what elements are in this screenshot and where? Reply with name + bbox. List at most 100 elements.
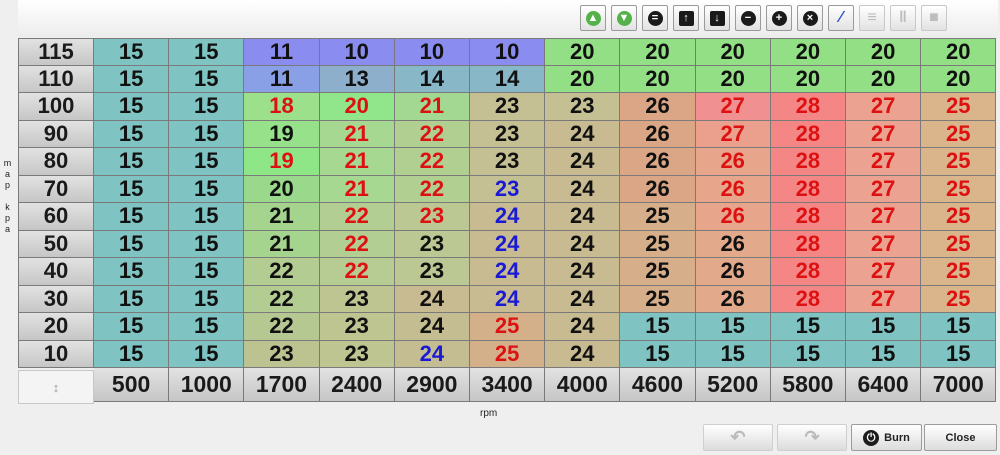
col-header-5200[interactable]: 5200	[695, 368, 771, 402]
table-cell[interactable]: 23	[394, 230, 470, 258]
table-cell[interactable]: 28	[770, 148, 846, 176]
table-cell[interactable]: 26	[695, 285, 771, 313]
table-cell[interactable]: 25	[470, 340, 546, 368]
table-cell[interactable]: 21	[319, 120, 395, 148]
smooth-rows-button[interactable]: ≡	[859, 5, 885, 31]
decrease-button[interactable]: ↓	[704, 5, 730, 31]
table-cell[interactable]: 21	[319, 148, 395, 176]
row-header-90[interactable]: 90	[18, 120, 94, 148]
burn-button[interactable]: ⏻ Burn	[851, 424, 922, 451]
col-header-7000[interactable]: 7000	[921, 368, 997, 402]
table-cell[interactable]: 23	[394, 258, 470, 286]
table-cell[interactable]: 23	[470, 175, 546, 203]
table-cell[interactable]: 26	[620, 120, 696, 148]
table-cell[interactable]: 22	[394, 148, 470, 176]
smooth-columns-button[interactable]: ‖	[890, 5, 916, 31]
table-cell[interactable]: 20	[695, 38, 771, 66]
table-cell[interactable]: 26	[695, 258, 771, 286]
table-cell[interactable]: 15	[169, 93, 245, 121]
table-cell[interactable]: 20	[921, 65, 997, 93]
table-cell[interactable]: 20	[846, 65, 922, 93]
table-cell[interactable]: 24	[545, 203, 621, 231]
table-cell[interactable]: 10	[319, 38, 395, 66]
row-header-110[interactable]: 110	[18, 65, 94, 93]
table-cell[interactable]: 22	[394, 175, 470, 203]
table-cell[interactable]: 15	[94, 93, 170, 121]
table-cell[interactable]: 15	[846, 313, 922, 341]
table-cell[interactable]: 20	[620, 38, 696, 66]
table-cell[interactable]: 24	[545, 120, 621, 148]
add-button[interactable]: +	[766, 5, 792, 31]
increase-fine-button[interactable]: ▲	[580, 5, 606, 31]
table-cell[interactable]: 15	[94, 148, 170, 176]
col-header-3400[interactable]: 3400	[470, 368, 546, 402]
table-cell[interactable]: 15	[846, 340, 922, 368]
table-cell[interactable]: 27	[846, 175, 922, 203]
table-cell[interactable]: 20	[695, 65, 771, 93]
table-cell[interactable]: 20	[319, 93, 395, 121]
table-cell[interactable]: 22	[319, 258, 395, 286]
table-cell[interactable]: 15	[695, 313, 771, 341]
table-cell[interactable]: 23	[244, 340, 320, 368]
row-header-40[interactable]: 40	[18, 258, 94, 286]
table-cell[interactable]: 19	[244, 120, 320, 148]
table-cell[interactable]: 27	[846, 120, 922, 148]
table-cell[interactable]: 28	[770, 285, 846, 313]
table-cell[interactable]: 27	[695, 93, 771, 121]
table-cell[interactable]: 15	[169, 175, 245, 203]
table-cell[interactable]: 15	[94, 340, 170, 368]
table-cell[interactable]: 20	[921, 38, 997, 66]
table-cell[interactable]: 27	[846, 285, 922, 313]
table-cell[interactable]: 23	[470, 93, 546, 121]
table-cell[interactable]: 22	[244, 285, 320, 313]
table-cell[interactable]: 27	[846, 93, 922, 121]
table-cell[interactable]: 15	[94, 313, 170, 341]
table-cell[interactable]: 25	[921, 285, 997, 313]
table-cell[interactable]: 25	[921, 230, 997, 258]
table-cell[interactable]: 25	[470, 313, 546, 341]
row-header-20[interactable]: 20	[18, 313, 94, 341]
table-cell[interactable]: 15	[770, 340, 846, 368]
table-cell[interactable]: 23	[470, 148, 546, 176]
table-cell[interactable]: 25	[620, 285, 696, 313]
subtract-button[interactable]: −	[735, 5, 761, 31]
table-cell[interactable]: 10	[394, 38, 470, 66]
table-cell[interactable]: 15	[169, 203, 245, 231]
table-cell[interactable]: 24	[470, 285, 546, 313]
table-cell[interactable]: 15	[94, 65, 170, 93]
redo-button[interactable]: ↷	[777, 424, 847, 451]
table-cell[interactable]: 27	[846, 258, 922, 286]
table-cell[interactable]: 26	[695, 148, 771, 176]
interpolate-button[interactable]: ∕	[828, 5, 854, 31]
table-cell[interactable]: 23	[319, 285, 395, 313]
table-cell[interactable]: 22	[244, 313, 320, 341]
table-cell[interactable]: 23	[545, 93, 621, 121]
table-cell[interactable]: 24	[470, 258, 546, 286]
table-cell[interactable]: 20	[770, 65, 846, 93]
table-cell[interactable]: 22	[244, 258, 320, 286]
table-cell[interactable]: 28	[770, 258, 846, 286]
col-header-2900[interactable]: 2900	[394, 368, 470, 402]
table-cell[interactable]: 15	[169, 65, 245, 93]
table-cell[interactable]: 25	[921, 93, 997, 121]
table-cell[interactable]: 25	[620, 230, 696, 258]
table-cell[interactable]: 24	[394, 285, 470, 313]
table-cell[interactable]: 10	[470, 38, 546, 66]
table-cell[interactable]: 14	[470, 65, 546, 93]
table-cell[interactable]: 20	[770, 38, 846, 66]
table-cell[interactable]: 20	[545, 38, 621, 66]
table-cell[interactable]: 15	[94, 230, 170, 258]
row-header-50[interactable]: 50	[18, 230, 94, 258]
row-header-100[interactable]: 100	[18, 93, 94, 121]
table-cell[interactable]: 24	[545, 285, 621, 313]
table-cell[interactable]: 15	[169, 148, 245, 176]
table-cell[interactable]: 26	[695, 175, 771, 203]
table-cell[interactable]: 15	[921, 313, 997, 341]
table-cell[interactable]: 15	[94, 258, 170, 286]
table-cell[interactable]: 26	[620, 148, 696, 176]
table-cell[interactable]: 27	[846, 230, 922, 258]
table-cell[interactable]: 25	[921, 175, 997, 203]
table-cell[interactable]: 19	[244, 148, 320, 176]
table-cell[interactable]: 26	[695, 230, 771, 258]
table-cell[interactable]: 25	[620, 258, 696, 286]
